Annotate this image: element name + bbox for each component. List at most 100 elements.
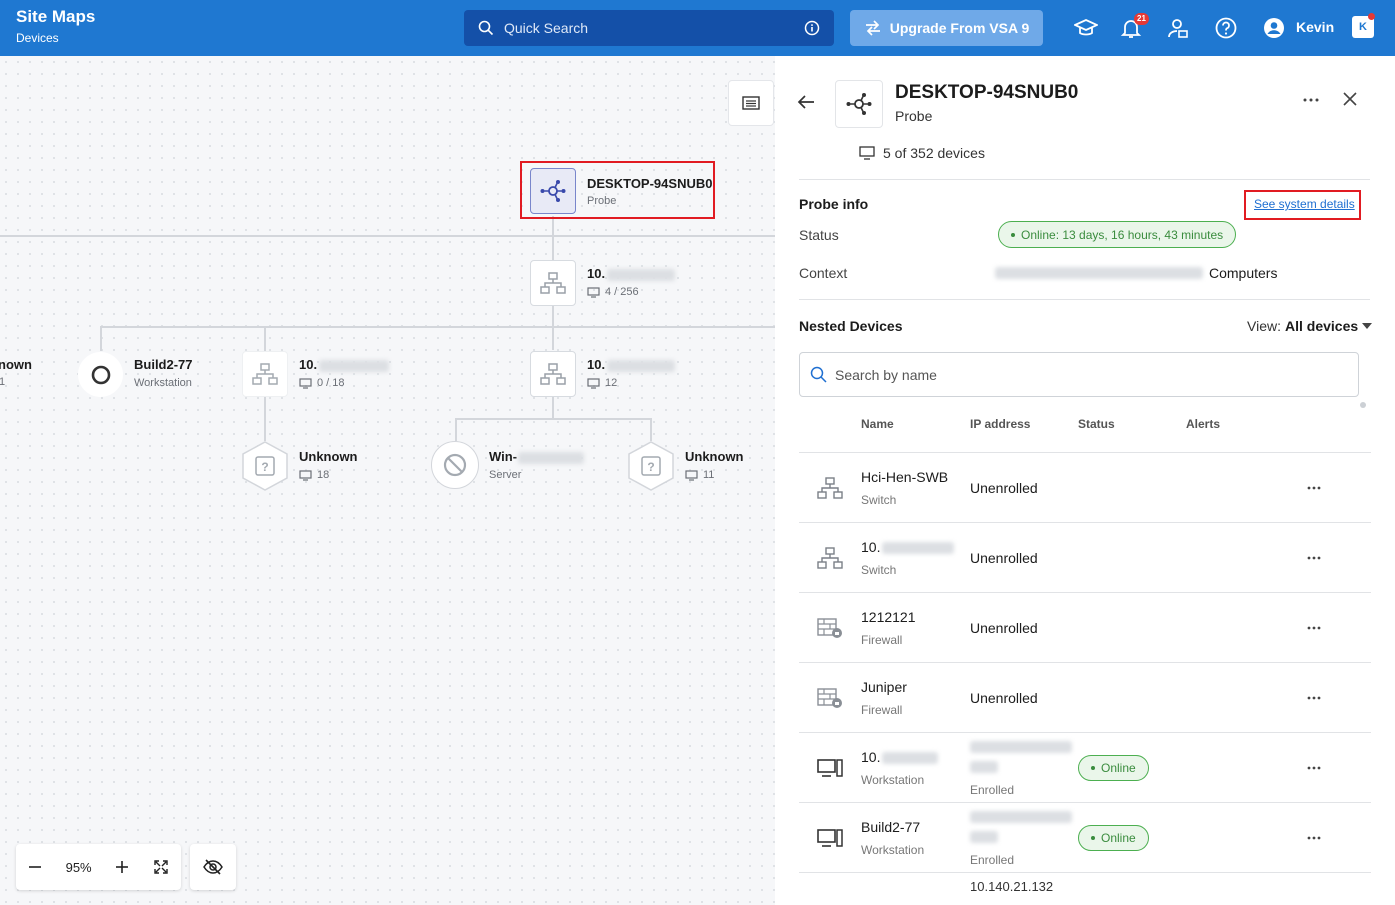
unknown-node-right[interactable]: ? [627,440,675,492]
win-node-name-prefix: Win- [489,449,518,464]
row-type: Workstation [861,843,925,857]
switch-icon [817,547,843,569]
row-name: Juniper [861,679,907,695]
table-row[interactable]: 10. Workstation Enrolled Online [799,732,1371,802]
nested-devices-heading: Nested Devices [799,318,903,334]
connector [552,397,554,419]
connector [552,216,554,266]
back-arrow-icon[interactable] [797,94,815,110]
column-ip[interactable]: IP address [970,417,1030,431]
status-badge: Online: 13 days, 16 hours, 43 minutes [998,221,1237,248]
column-status[interactable]: Status [1078,417,1115,431]
redacted-text [882,542,955,555]
unknown-node-right-count: 11 [685,469,714,481]
switch-node-top[interactable] [530,260,576,306]
row-ip: Unenrolled [970,480,1038,496]
fit-screen-icon[interactable] [153,859,169,875]
nested-search-input[interactable]: Search by name [799,352,1359,397]
row-more-icon[interactable] [1307,486,1321,490]
row-more-icon[interactable] [1307,626,1321,630]
zoom-out-icon[interactable] [28,860,42,874]
divider [799,179,1370,180]
switch-node-top-name: 10. [587,266,676,281]
more-options-icon[interactable] [1303,98,1319,102]
switch-node-top-count-label: 4 / 256 [605,286,639,298]
info-icon[interactable] [804,20,820,36]
context-value-label: Computers [1209,265,1278,281]
row-more-icon[interactable] [1307,696,1321,700]
user-name[interactable]: Kevin [1296,19,1334,35]
row-status: Online [1101,761,1136,775]
close-icon[interactable] [1343,92,1357,106]
table-row-partial[interactable]: 10.140.21.132 [799,872,1371,905]
zoom-in-icon[interactable] [115,860,129,874]
row-ip-redacted [970,741,1072,773]
unknown-node-left-name: Unknown [299,449,358,464]
monitor-icon [299,469,312,481]
search-icon [810,366,827,383]
device-detail-panel: DESKTOP-94SNUB0 Probe 5 of 352 devices P… [775,56,1395,905]
server-node-win[interactable] [431,441,479,489]
status-dot [1091,766,1095,770]
visibility-toggle[interactable] [190,844,236,890]
redacted-text [970,831,998,843]
table-row[interactable]: 1212121 Firewall Unenrolled [799,592,1371,662]
row-name: Hci-Hen-SWB [861,469,949,485]
row-enrollment: Enrolled [970,783,1015,797]
support-agent-icon[interactable] [1166,16,1190,40]
table-row[interactable]: Hci-Hen-SWB Switch Unenrolled [799,452,1371,522]
view-filter[interactable]: View: All devices [1247,318,1373,334]
row-name: Build2-77 [861,819,921,835]
switch-node-mid-count: 12 [587,377,617,389]
table-row[interactable]: Build2-77 Workstation Enrolled Online [799,802,1371,872]
top-bar: Site Maps Devices Quick Search Upgrade F… [0,0,1395,56]
row-status: Online [1101,831,1136,845]
redacted-text [995,267,1203,279]
unknown-node-left[interactable]: ? [241,440,289,492]
switch-icon [252,363,278,385]
row-ip-partial: 10.140.21.132 [970,879,1054,894]
row-name: 10. [861,749,939,765]
row-status-badge: Online [1078,755,1149,781]
switch-node-mid[interactable] [530,351,576,397]
unknown-node-left-count: 18 [299,469,329,481]
switch-node-top-count: 4 / 256 [587,286,639,298]
quick-search[interactable]: Quick Search [464,10,834,46]
table-row[interactable]: 10. Switch Unenrolled [799,522,1371,592]
monitor-icon [685,469,698,481]
zoom-level: 95% [65,859,92,875]
help-icon[interactable] [1214,16,1238,40]
site-map-canvas[interactable]: DESKTOP-94SNUB0 Probe 10. 4 / 256 nown 1… [0,56,775,905]
row-type: Workstation [861,773,925,787]
switch-icon [540,272,566,294]
list-icon [742,96,760,110]
list-view-button[interactable] [728,80,774,126]
swap-icon [865,20,880,36]
column-name[interactable]: Name [861,417,894,431]
monitor-icon [587,377,600,389]
row-more-icon[interactable] [1307,836,1321,840]
row-status-badge: Online [1078,825,1149,851]
eye-off-icon [203,859,223,875]
app-switcher-label: K [1359,21,1367,33]
graduation-cap-icon[interactable] [1074,16,1098,40]
unknown-node-right-count-label: 11 [703,469,715,481]
divider [799,299,1370,300]
row-type: Firewall [861,633,903,647]
connector [100,326,775,328]
column-alerts[interactable]: Alerts [1186,417,1220,431]
row-more-icon[interactable] [1307,766,1321,770]
table-row[interactable]: Juniper Firewall Unenrolled [799,662,1371,732]
switch-node-left[interactable] [242,351,288,397]
upgrade-button[interactable]: Upgrade From VSA 9 [850,10,1043,46]
workstation-node-build[interactable] [78,352,123,397]
app-switcher-dot [1368,13,1375,20]
redacted-text [970,811,1072,823]
connector [552,306,554,350]
row-more-icon[interactable] [1307,556,1321,560]
user-avatar-icon[interactable] [1262,16,1286,40]
probe-icon [846,93,872,115]
scrollbar[interactable] [1360,402,1366,408]
row-ip: Unenrolled [970,620,1038,636]
row-name: 1212121 [861,609,916,625]
